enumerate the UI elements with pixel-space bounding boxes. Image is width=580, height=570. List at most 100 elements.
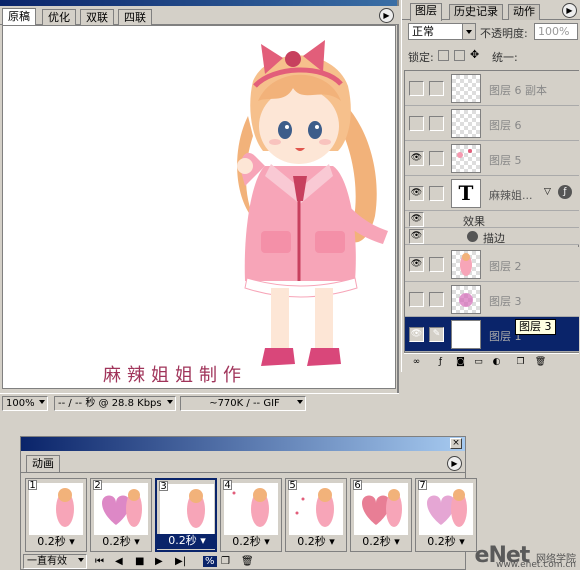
first-frame-icon[interactable]: ⏮ [95,556,104,567]
layer-list: 图层 6 副本 图层 6 👁 图层 5 👁 T 麻辣姐... ▽ ƒ 👁 效果 [404,70,579,353]
link-toggle[interactable] [429,257,444,272]
link-toggle[interactable] [429,116,444,131]
frame-delay-select[interactable]: 0.2秒 ▾ [286,535,346,550]
blend-mode-select[interactable]: 正常 [408,23,476,40]
animation-frame[interactable]: 4 0.2秒 ▾ [220,478,282,552]
opacity-input[interactable]: 100% [534,23,578,40]
add-style-icon[interactable]: ƒ [434,356,447,368]
link-toggle[interactable] [429,186,444,201]
file-size-select[interactable]: ~770K / -- GIF [180,396,306,411]
layer-row[interactable]: 图层 3 [405,282,579,317]
stroke-effect-row[interactable]: 👁 描边 [405,228,579,245]
tab-layers[interactable]: 图层 [410,3,442,21]
layer-name: 图层 6 [489,119,522,132]
layer-row[interactable]: 图层 6 [405,106,579,141]
animation-frame[interactable]: 1 0.2秒 ▾ [25,478,87,552]
watermark-domain: www.enet.com.cn [495,560,576,570]
adjustment-layer-icon[interactable]: ◐ [490,356,503,368]
eye-icon[interactable]: 👁 [409,151,424,166]
animation-menu-arrow-icon[interactable]: ▶ [447,456,462,471]
frame-delay-select[interactable]: 0.2秒 ▾ [221,535,281,550]
tween-icon[interactable]: % [203,556,217,567]
new-layer-icon[interactable]: ❐ [514,356,527,368]
visibility-toggle[interactable] [409,116,424,131]
preview-canvas[interactable]: 麻辣姐姐制作 [2,25,396,389]
layer-thumbnail [451,250,481,279]
link-toggle[interactable] [429,292,444,307]
preview-status-bar: 100% -- / -- 秒 @ 28.8 Kbps ~770K / -- GI… [0,393,399,412]
play-icon[interactable]: ▶ [155,556,163,567]
layer-name: 图层 5 [489,154,522,167]
artist-signature: 麻辣姐姐制作 [103,365,247,386]
fx-icon[interactable]: ƒ [558,185,572,199]
layers-footer: ∞ ƒ ◙ ▭ ◐ ❐ 🗑 [404,353,579,370]
lock-label: 锁定: [408,51,434,64]
stroke-label: 描边 [483,232,505,245]
tab-2up[interactable]: 双联 [80,9,114,25]
frame-delay-select[interactable]: 0.2秒 ▾ [26,535,86,550]
frame-thumbnail [29,483,83,535]
eye-icon[interactable]: 👁 [409,229,424,244]
visibility-toggle[interactable] [409,292,424,307]
tab-actions[interactable]: 动作 [508,4,540,20]
trash-icon[interactable]: 🗑 [534,356,547,368]
tab-optimized[interactable]: 优化 [42,9,76,25]
layer-name: 图层 3 [489,295,522,308]
frame-number: 3 [159,481,168,492]
layer-thumbnail [451,109,481,138]
frame-delay-select[interactable]: 0.2秒 ▾ [91,535,151,550]
link-toggle[interactable] [429,81,444,96]
layer-name: 图层 2 [489,260,522,273]
eye-icon[interactable]: 👁 [409,186,424,201]
add-mask-icon[interactable]: ◙ [454,356,467,368]
link-layers-icon[interactable]: ∞ [410,356,423,368]
frame-delay-select[interactable]: 0.2秒 ▾ [416,535,476,550]
close-icon[interactable]: × [450,438,462,449]
zoom-select[interactable]: 100% [2,396,48,411]
frame-delay-select[interactable]: 0.2秒 ▾ [157,534,217,549]
brush-icon[interactable]: ✎ [429,327,444,342]
frame-delay-select[interactable]: 0.2秒 ▾ [351,535,411,550]
download-speed-select[interactable]: -- / -- 秒 @ 28.8 Kbps [54,396,176,411]
stop-icon[interactable]: ■ [135,556,144,567]
layer-row[interactable]: 👁 图层 2 [405,247,579,282]
animation-frame[interactable]: 2 0.2秒 ▾ [90,478,152,552]
tab-original[interactable]: 原稿 [2,8,36,26]
layer-row[interactable]: 图层 6 副本 [405,71,579,106]
animation-frame[interactable]: 5 0.2秒 ▾ [285,478,347,552]
tab-history[interactable]: 历史记录 [449,4,503,20]
lock-image-checkbox[interactable] [454,50,465,61]
visibility-toggle[interactable] [409,81,424,96]
animation-frame[interactable]: 6 0.2秒 ▾ [350,478,412,552]
frame-delay: 0.2秒 [362,535,391,548]
lock-transparent-checkbox[interactable] [438,50,449,61]
trash-icon[interactable]: 🗑 [241,556,254,567]
frame-delay: 0.2秒 [297,535,326,548]
tab-animation[interactable]: 动画 [26,455,60,472]
lock-move-icon[interactable]: ✥ [470,48,479,61]
eye-icon[interactable]: 👁 [409,327,424,342]
lock-row: 锁定: ✥ 统一: [408,48,578,64]
duplicate-frame-icon[interactable]: ❐ [221,556,230,567]
layers-tabbar: 图层 历史记录 动作 ▶ [402,2,580,21]
link-toggle[interactable] [429,151,444,166]
animation-titlebar: × [21,437,465,451]
tab-4up[interactable]: 四联 [118,9,152,25]
eye-icon[interactable]: 👁 [409,212,424,227]
frame-number: 6 [353,480,362,491]
layer-row[interactable]: 👁 图层 5 [405,141,579,176]
animation-frame[interactable]: 7 0.2秒 ▾ [415,478,477,552]
effects-row[interactable]: 👁 效果 [405,211,579,228]
preview-menu-arrow-icon[interactable]: ▶ [379,8,394,23]
animation-frame-selected[interactable]: 3 0.2秒 ▾ [155,478,217,552]
loop-select[interactable]: 一直有效 [23,554,87,569]
girl-illustration: 麻辣姐姐制作 [103,40,388,386]
new-set-icon[interactable]: ▭ [472,356,485,368]
layers-menu-arrow-icon[interactable]: ▶ [562,3,577,18]
frame-number: 2 [93,480,102,491]
next-frame-icon[interactable]: ▶| [175,556,186,567]
eye-icon[interactable]: 👁 [409,257,424,272]
fx-expand-icon[interactable]: ▽ [544,187,551,197]
layer-row[interactable]: 👁 T 麻辣姐... ▽ ƒ [405,176,579,211]
prev-frame-icon[interactable]: ◀ [115,556,123,567]
